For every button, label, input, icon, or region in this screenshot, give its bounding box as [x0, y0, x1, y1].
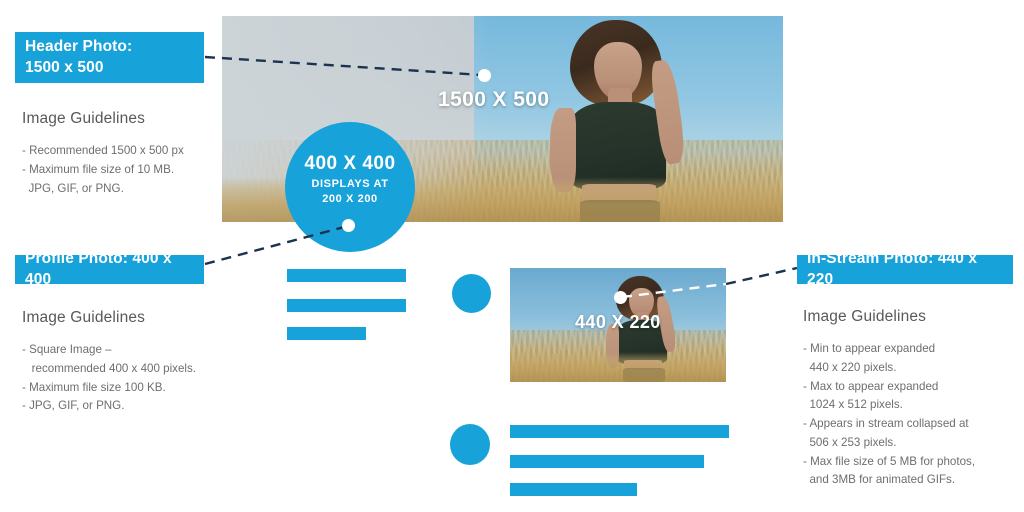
instream-guidelines-title: Image Guidelines — [803, 308, 927, 325]
header-guidelines-title: Image Guidelines — [22, 110, 146, 127]
foreground-wheat — [510, 352, 726, 382]
instream-guidelines-list: - Min to appear expanded 440 x 220 pixel… — [803, 340, 1018, 490]
header-photo-chip: Header Photo: 1500 x 500 — [15, 32, 204, 83]
profile-circle-display-size: 200 X 200 — [322, 193, 378, 205]
profile-photo-chip: Profile Photo: 400 x 400 — [15, 250, 204, 288]
placeholder-avatar — [450, 424, 490, 465]
placeholder-bar — [287, 269, 406, 282]
profile-circle-main-label: 400 X 400 — [304, 153, 396, 174]
guideline-item: and 3MB for animated GIFs. — [803, 473, 956, 487]
placeholder-bar — [510, 425, 729, 438]
placeholder-avatar — [452, 274, 491, 313]
instream-guidelines-block: Image Guidelines - Min to appear expande… — [803, 308, 1018, 490]
profile-photo-circle: 400 X 400 DISPLAYS AT 200 X 200 — [285, 122, 415, 252]
guideline-item: recommended 400 x 400 pixels. — [22, 361, 197, 375]
guideline-item: - Max file size of 5 MB for photos, — [803, 454, 976, 468]
placeholder-bar — [510, 483, 637, 496]
guideline-item: - Maximum file size 100 KB. — [22, 380, 166, 394]
guideline-item: - Square Image – — [22, 343, 112, 356]
guideline-item: - JPG, GIF, or PNG. — [22, 399, 125, 413]
profile-guidelines-list: - Square Image – recommended 400 x 400 p… — [22, 341, 242, 416]
header-guidelines-list: - Recommended 1500 x 500 px - Maximum fil… — [22, 142, 222, 198]
instream-chip-label: In-Stream Photo: 440 x 220 — [807, 250, 978, 288]
placeholder-bar — [287, 327, 366, 340]
guideline-item: 506 x 253 pixels. — [803, 435, 897, 449]
instream-dimension-label: 440 X 220 — [575, 312, 661, 332]
header-guidelines-block: Image Guidelines - Recommended 1500 x 50… — [22, 110, 222, 198]
header-dimension-label: 1500 X 500 — [438, 88, 550, 111]
guideline-item: 1024 x 512 pixels. — [803, 398, 903, 412]
guideline-item: - Maximum file size of 10 MB. — [22, 162, 175, 176]
profile-chip-label: Profile Photo: 400 x 400 — [25, 250, 172, 288]
guideline-item: - Recommended 1500 x 500 px — [22, 144, 184, 157]
infographic-canvas: 400 X 400 DISPLAYS AT 200 X 200 1500 X 5… — [0, 0, 1024, 512]
instream-photo-chip: In-Stream Photo: 440 x 220 — [797, 250, 1013, 288]
profile-guidelines-title: Image Guidelines — [22, 309, 146, 326]
instream-marker-dot — [614, 291, 627, 304]
guideline-item: 440 x 220 pixels. — [803, 360, 897, 374]
profile-marker-dot — [342, 219, 355, 232]
guideline-item: - Appears in stream collapsed at — [803, 417, 969, 431]
profile-circle-sub-label: DISPLAYS AT — [311, 178, 389, 190]
profile-guidelines-block: Image Guidelines - Square Image – recomm… — [22, 309, 242, 416]
connector-instream-outer — [725, 266, 798, 286]
guideline-item: - Min to appear expanded — [803, 342, 936, 355]
header-chip-line2: 1500 x 500 — [25, 58, 104, 76]
guideline-item: - Max to appear expanded — [803, 379, 939, 393]
header-chip-line1: Header Photo: — [25, 38, 133, 56]
guideline-item: JPG, GIF, or PNG. — [22, 181, 124, 195]
header-marker-dot — [478, 69, 491, 82]
placeholder-bar — [510, 455, 704, 468]
placeholder-bar — [287, 299, 406, 312]
